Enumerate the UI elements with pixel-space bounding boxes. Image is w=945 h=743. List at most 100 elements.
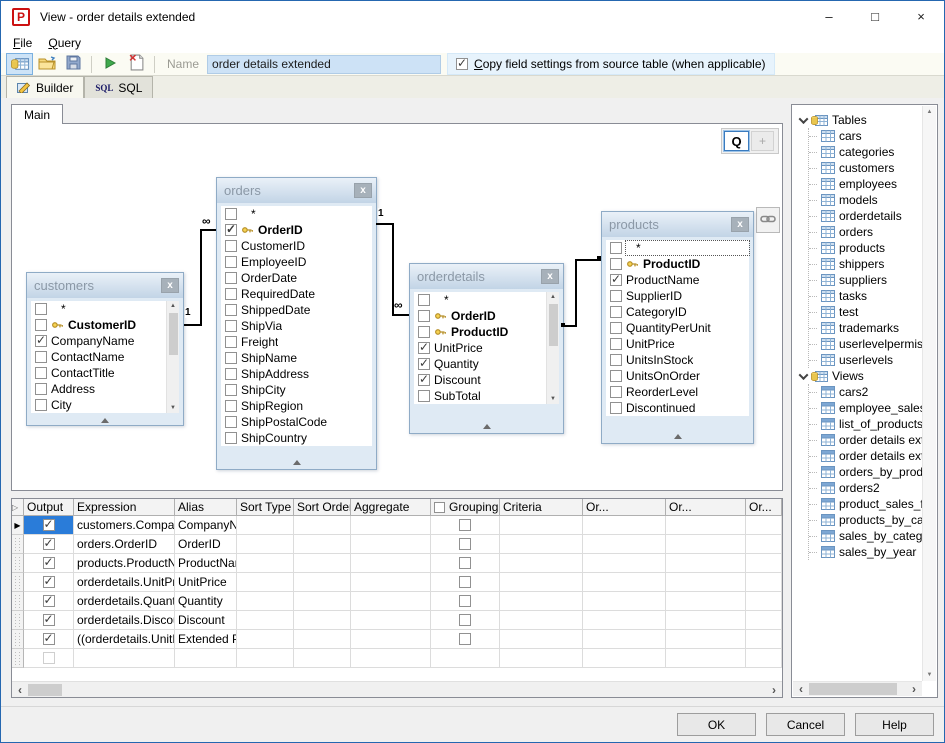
grid-cell[interactable] <box>583 592 666 611</box>
sidebar-vertical-scrollbar[interactable]: ▲ ▼ <box>922 106 936 681</box>
field-checkbox[interactable] <box>225 336 237 348</box>
grid-cell[interactable] <box>666 592 746 611</box>
tree-item-customers[interactable]: customers <box>809 160 922 176</box>
grid-cell[interactable] <box>351 535 431 554</box>
grid-cell[interactable] <box>666 611 746 630</box>
sidebar-horizontal-scrollbar[interactable]: ‹ › <box>793 681 922 696</box>
grid-cell[interactable] <box>746 573 782 592</box>
field-row-City[interactable]: City <box>31 397 165 413</box>
output-checkbox[interactable] <box>43 576 55 588</box>
field-checkbox[interactable] <box>225 288 237 300</box>
field-row-ContactName[interactable]: ContactName <box>31 349 165 365</box>
row-header[interactable] <box>12 573 24 592</box>
grouping-checkbox[interactable] <box>459 538 471 550</box>
row-header[interactable] <box>12 554 24 573</box>
field-row-ShipPostalCode[interactable]: ShipPostalCode <box>221 414 372 430</box>
grouping-checkbox[interactable] <box>459 576 471 588</box>
grid-cell[interactable] <box>666 554 746 573</box>
grid-column-header-or[interactable]: Or... <box>583 499 666 516</box>
grouping-cell[interactable] <box>431 535 500 554</box>
field-row-Discount[interactable]: Discount <box>414 372 545 388</box>
tree-item-employees[interactable]: employees <box>809 176 922 192</box>
row-header[interactable] <box>12 649 24 668</box>
tree-item-order-details-ext[interactable]: order details ext <box>809 448 922 464</box>
grid-cell[interactable] <box>666 535 746 554</box>
grid-cell[interactable] <box>666 573 746 592</box>
field-checkbox[interactable] <box>610 290 622 302</box>
grid-row[interactable]: ((orderdetails.UnitPrExtended Pr <box>12 630 782 649</box>
alias-cell[interactable]: OrderID <box>175 535 237 554</box>
grid-cell[interactable] <box>746 535 782 554</box>
tree-item-sales_by_year[interactable]: sales_by_year <box>809 544 922 560</box>
grid-cell[interactable] <box>500 573 583 592</box>
table-card-header[interactable]: productsx <box>602 212 753 237</box>
grid-column-header-or[interactable]: Or... <box>666 499 746 516</box>
grid-cell[interactable] <box>583 516 666 535</box>
row-header[interactable] <box>12 592 24 611</box>
grid-column-header-output[interactable]: Output <box>24 499 74 516</box>
tree-item-test[interactable]: test <box>809 304 922 320</box>
field-row-star[interactable]: * <box>221 206 372 222</box>
grid-cell[interactable] <box>666 630 746 649</box>
scroll-right-icon[interactable]: › <box>766 683 782 697</box>
tree-item-cars[interactable]: cars <box>809 128 922 144</box>
grid-cell[interactable] <box>237 516 294 535</box>
grid-cell[interactable] <box>294 611 351 630</box>
cancel-button[interactable]: Cancel <box>766 713 845 736</box>
field-row-OrderDate[interactable]: OrderDate <box>221 270 372 286</box>
field-row-star[interactable]: * <box>606 240 749 256</box>
alias-cell[interactable]: UnitPrice <box>175 573 237 592</box>
output-cell[interactable] <box>24 611 74 630</box>
field-row-ShipRegion[interactable]: ShipRegion <box>221 398 372 414</box>
field-checkbox[interactable] <box>418 326 430 338</box>
scroll-up-icon[interactable]: ▲ <box>550 292 556 302</box>
field-row-OrderID[interactable]: OrderID <box>414 308 545 324</box>
grid-column-header-alias[interactable]: Alias <box>175 499 237 516</box>
field-list-scrollbar[interactable]: ▲▼ <box>166 301 179 413</box>
field-row-ShipAddress[interactable]: ShipAddress <box>221 366 372 382</box>
field-row-CustomerID[interactable]: CustomerID <box>221 238 372 254</box>
grid-row[interactable]: orderdetails.DiscounDiscount <box>12 611 782 630</box>
open-button[interactable] <box>33 53 60 75</box>
tree-item-trademarks[interactable]: trademarks <box>809 320 922 336</box>
field-checkbox[interactable] <box>418 390 430 402</box>
field-checkbox[interactable] <box>610 306 622 318</box>
field-checkbox[interactable] <box>35 319 47 331</box>
grid-cell[interactable] <box>237 611 294 630</box>
field-row-UnitPrice[interactable]: UnitPrice <box>606 336 749 352</box>
grid-cell[interactable] <box>351 592 431 611</box>
grid-cell[interactable] <box>583 649 666 668</box>
grid-cell[interactable] <box>351 611 431 630</box>
grid-row[interactable]: products.ProductNaProductNam <box>12 554 782 573</box>
maximize-button[interactable]: □ <box>852 1 898 32</box>
grid-column-header-aggregate[interactable]: Aggregate <box>351 499 431 516</box>
grid-cell[interactable] <box>583 630 666 649</box>
tree-item-employee_sales_[interactable]: employee_sales_ <box>809 400 922 416</box>
field-checkbox[interactable] <box>418 294 430 306</box>
tree-group-tables[interactable]: Tables <box>798 112 922 128</box>
field-row-ShippedDate[interactable]: ShippedDate <box>221 302 372 318</box>
grouping-cell[interactable] <box>431 554 500 573</box>
grouping-checkbox[interactable] <box>459 633 471 645</box>
table-card-header[interactable]: orderdetailsx <box>410 264 563 289</box>
query-builder-button[interactable] <box>6 53 33 75</box>
card-close-icon[interactable]: x <box>541 269 559 284</box>
field-checkbox[interactable] <box>225 368 237 380</box>
minimize-button[interactable]: – <box>806 1 852 32</box>
scroll-down-icon[interactable]: ▼ <box>170 403 176 413</box>
grid-cell[interactable] <box>351 649 431 668</box>
output-checkbox[interactable] <box>43 557 55 569</box>
grid-cell[interactable] <box>746 592 782 611</box>
scroll-up-icon[interactable]: ▲ <box>927 109 933 115</box>
field-checkbox[interactable] <box>418 358 430 370</box>
card-collapse-button[interactable] <box>602 429 753 443</box>
grid-cell[interactable] <box>500 630 583 649</box>
expression-cell[interactable]: products.ProductNa <box>74 554 175 573</box>
field-row-ShipCountry[interactable]: ShipCountry <box>221 430 372 446</box>
field-checkbox[interactable] <box>35 383 47 395</box>
grid-cell[interactable] <box>666 516 746 535</box>
grid-cell[interactable] <box>351 554 431 573</box>
field-row-Discontinued[interactable]: Discontinued <box>606 400 749 416</box>
expression-cell[interactable]: orderdetails.Quantit <box>74 592 175 611</box>
grid-row[interactable]: orderdetails.UnitPricUnitPrice <box>12 573 782 592</box>
